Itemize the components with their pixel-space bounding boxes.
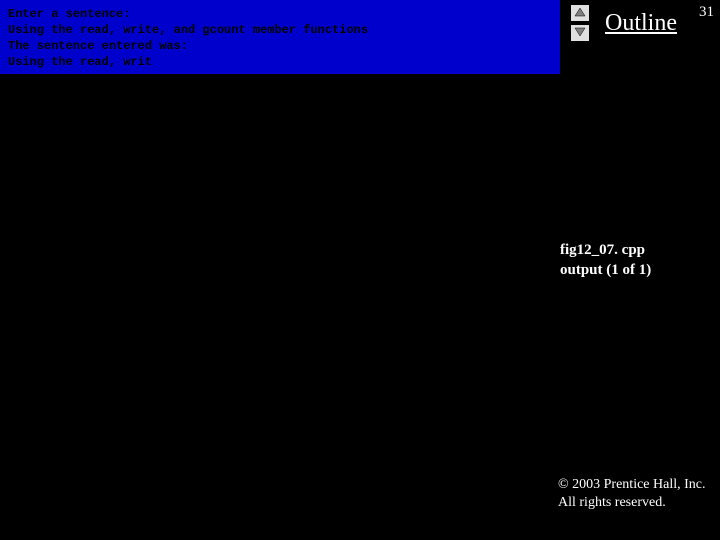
console-line-2: Using the read, write, and gcount member… — [8, 23, 368, 37]
outline-heading: Outline — [605, 10, 677, 37]
figure-label: fig12_07. cpp output (1 of 1) — [560, 240, 651, 280]
nav-up-button[interactable] — [570, 4, 590, 22]
copyright-line-2: All rights reserved. — [558, 494, 706, 512]
console-line-1: Enter a sentence: — [8, 7, 130, 21]
triangle-down-icon — [574, 24, 586, 42]
copyright-notice: © 2003 Prentice Hall, Inc. All rights re… — [558, 476, 706, 512]
copyright-line-1: © 2003 Prentice Hall, Inc. — [558, 476, 706, 494]
nav-down-button[interactable] — [570, 24, 590, 42]
triangle-up-icon — [574, 4, 586, 22]
console-line-4: Using the read, writ — [8, 55, 152, 69]
slide: Enter a sentence: Using the read, write,… — [0, 0, 720, 540]
console-output-box: Enter a sentence: Using the read, write,… — [0, 0, 560, 74]
nav-buttons — [570, 4, 590, 44]
figure-filename: fig12_07. cpp — [560, 240, 651, 260]
page-number: 31 — [699, 4, 714, 21]
console-line-3: The sentence entered was: — [8, 39, 188, 53]
console-text: Enter a sentence: Using the read, write,… — [8, 6, 552, 70]
figure-output-label: output (1 of 1) — [560, 260, 651, 280]
